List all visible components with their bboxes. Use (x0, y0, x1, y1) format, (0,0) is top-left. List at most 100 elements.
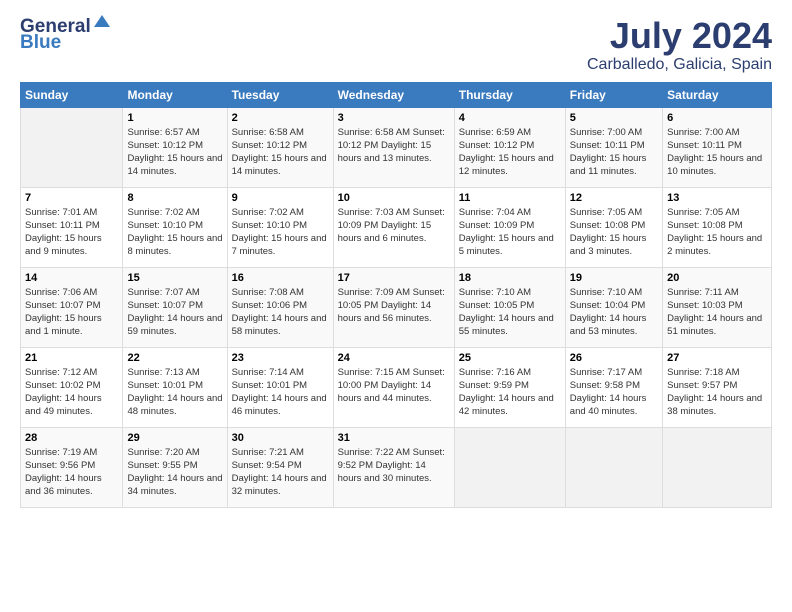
day-number: 19 (570, 272, 658, 284)
day-info: Sunrise: 7:05 AM Sunset: 10:08 PM Daylig… (667, 206, 767, 259)
day-number: 22 (127, 352, 222, 364)
day-info: Sunrise: 7:09 AM Sunset: 10:05 PM Daylig… (338, 286, 450, 326)
calendar-cell: 23 Sunrise: 7:14 AM Sunset: 10:01 PM Dayl… (227, 347, 333, 427)
title-block: July 2024 Carballedo, Galicia, Spain (587, 16, 772, 74)
header-sunday: Sunday (21, 82, 123, 107)
calendar-cell: 21Sunrise: 7:12 AM Sunset: 10:02 PM Dayl… (21, 347, 123, 427)
day-info: Sunrise: 7:02 AM Sunset: 10:10 PM Daylig… (127, 206, 222, 259)
day-number: 2 (232, 112, 329, 124)
calendar-table: Sunday Monday Tuesday Wednesday Thursday… (20, 82, 772, 508)
day-info: Sunrise: 6:58 AM Sunset: 10:12 PM Daylig… (338, 126, 450, 166)
day-number: 30 (232, 432, 329, 444)
calendar-cell: 1 Sunrise: 6:57 AM Sunset: 10:12 PM Dayli… (123, 107, 227, 187)
day-number: 6 (667, 112, 767, 124)
calendar-cell: 11 Sunrise: 7:04 AM Sunset: 10:09 PM Dayl… (454, 187, 565, 267)
header-thursday: Thursday (454, 82, 565, 107)
day-info: Sunrise: 7:03 AM Sunset: 10:09 PM Daylig… (338, 206, 450, 246)
day-info: Sunrise: 7:04 AM Sunset: 10:09 PM Daylig… (459, 206, 561, 259)
day-number: 12 (570, 192, 658, 204)
day-info: Sunrise: 7:17 AM Sunset: 9:58 PM Dayligh… (570, 366, 658, 419)
day-info: Sunrise: 6:57 AM Sunset: 10:12 PM Daylig… (127, 126, 222, 179)
day-info: Sunrise: 7:05 AM Sunset: 10:08 PM Daylig… (570, 206, 658, 259)
day-info: Sunrise: 7:11 AM Sunset: 10:03 PM Daylig… (667, 286, 767, 339)
day-number: 3 (338, 112, 450, 124)
day-info: Sunrise: 7:07 AM Sunset: 10:07 PM Daylig… (127, 286, 222, 339)
calendar-cell: 25Sunrise: 7:16 AM Sunset: 9:59 PM Dayli… (454, 347, 565, 427)
calendar-header-row: Sunday Monday Tuesday Wednesday Thursday… (21, 82, 772, 107)
day-info: Sunrise: 7:10 AM Sunset: 10:04 PM Daylig… (570, 286, 658, 339)
header-tuesday: Tuesday (227, 82, 333, 107)
calendar-cell: 26 Sunrise: 7:17 AM Sunset: 9:58 PM Dayli… (565, 347, 662, 427)
location-title: Carballedo, Galicia, Spain (587, 56, 772, 74)
day-number: 21 (25, 352, 118, 364)
day-number: 11 (459, 192, 561, 204)
calendar-cell: 7 Sunrise: 7:01 AM Sunset: 10:11 PM Dayli… (21, 187, 123, 267)
day-info: Sunrise: 7:16 AM Sunset: 9:59 PM Dayligh… (459, 366, 561, 419)
page-container: General Blue July 2024 Carballedo, Galic… (0, 0, 792, 518)
header-wednesday: Wednesday (333, 82, 454, 107)
day-info: Sunrise: 7:10 AM Sunset: 10:05 PM Daylig… (459, 286, 561, 339)
calendar-cell: 13 Sunrise: 7:05 AM Sunset: 10:08 PM Dayl… (663, 187, 772, 267)
calendar-cell: 10Sunrise: 7:03 AM Sunset: 10:09 PM Dayl… (333, 187, 454, 267)
calendar-cell: 28 Sunrise: 7:19 AM Sunset: 9:56 PM Dayli… (21, 427, 123, 507)
calendar-cell (565, 427, 662, 507)
calendar-cell: 15 Sunrise: 7:07 AM Sunset: 10:07 PM Dayl… (123, 267, 227, 347)
day-number: 8 (127, 192, 222, 204)
calendar-cell: 24Sunrise: 7:15 AM Sunset: 10:00 PM Dayl… (333, 347, 454, 427)
day-number: 16 (232, 272, 329, 284)
logo-blue: Blue (20, 32, 61, 54)
calendar-cell (454, 427, 565, 507)
day-info: Sunrise: 7:18 AM Sunset: 9:57 PM Dayligh… (667, 366, 767, 419)
calendar-body: 1 Sunrise: 6:57 AM Sunset: 10:12 PM Dayli… (21, 107, 772, 507)
calendar-week-row: 7 Sunrise: 7:01 AM Sunset: 10:11 PM Dayli… (21, 187, 772, 267)
day-info: Sunrise: 7:20 AM Sunset: 9:55 PM Dayligh… (127, 446, 222, 499)
header-friday: Friday (565, 82, 662, 107)
day-info: Sunrise: 7:22 AM Sunset: 9:52 PM Dayligh… (338, 446, 450, 486)
day-number: 13 (667, 192, 767, 204)
calendar-cell: 4 Sunrise: 6:59 AM Sunset: 10:12 PM Dayli… (454, 107, 565, 187)
day-number: 23 (232, 352, 329, 364)
calendar-cell: 12 Sunrise: 7:05 AM Sunset: 10:08 PM Dayl… (565, 187, 662, 267)
day-info: Sunrise: 6:59 AM Sunset: 10:12 PM Daylig… (459, 126, 561, 179)
day-info: Sunrise: 7:06 AM Sunset: 10:07 PM Daylig… (25, 286, 118, 339)
day-info: Sunrise: 7:19 AM Sunset: 9:56 PM Dayligh… (25, 446, 118, 499)
calendar-cell: 5 Sunrise: 7:00 AM Sunset: 10:11 PM Dayli… (565, 107, 662, 187)
day-number: 27 (667, 352, 767, 364)
day-number: 5 (570, 112, 658, 124)
calendar-cell: 31 Sunrise: 7:22 AM Sunset: 9:52 PM Dayli… (333, 427, 454, 507)
calendar-cell: 27 Sunrise: 7:18 AM Sunset: 9:57 PM Dayli… (663, 347, 772, 427)
day-info: Sunrise: 7:00 AM Sunset: 10:11 PM Daylig… (570, 126, 658, 179)
day-number: 18 (459, 272, 561, 284)
day-info: Sunrise: 7:08 AM Sunset: 10:06 PM Daylig… (232, 286, 329, 339)
calendar-cell: 22Sunrise: 7:13 AM Sunset: 10:01 PM Dayl… (123, 347, 227, 427)
calendar-cell: 17Sunrise: 7:09 AM Sunset: 10:05 PM Dayl… (333, 267, 454, 347)
calendar-cell: 19 Sunrise: 7:10 AM Sunset: 10:04 PM Dayl… (565, 267, 662, 347)
day-number: 1 (127, 112, 222, 124)
day-number: 4 (459, 112, 561, 124)
day-number: 28 (25, 432, 118, 444)
day-number: 15 (127, 272, 222, 284)
calendar-cell: 29Sunrise: 7:20 AM Sunset: 9:55 PM Dayli… (123, 427, 227, 507)
calendar-cell: 3 Sunrise: 6:58 AM Sunset: 10:12 PM Dayli… (333, 107, 454, 187)
calendar-cell: 14 Sunrise: 7:06 AM Sunset: 10:07 PM Dayl… (21, 267, 123, 347)
calendar-cell: 6Sunrise: 7:00 AM Sunset: 10:11 PM Dayli… (663, 107, 772, 187)
day-number: 24 (338, 352, 450, 364)
calendar-cell (663, 427, 772, 507)
day-info: Sunrise: 7:02 AM Sunset: 10:10 PM Daylig… (232, 206, 329, 259)
calendar-cell: 16 Sunrise: 7:08 AM Sunset: 10:06 PM Dayl… (227, 267, 333, 347)
calendar-cell: 2 Sunrise: 6:58 AM Sunset: 10:12 PM Dayli… (227, 107, 333, 187)
day-number: 7 (25, 192, 118, 204)
day-info: Sunrise: 7:14 AM Sunset: 10:01 PM Daylig… (232, 366, 329, 419)
calendar-week-row: 28 Sunrise: 7:19 AM Sunset: 9:56 PM Dayli… (21, 427, 772, 507)
calendar-cell (21, 107, 123, 187)
day-number: 31 (338, 432, 450, 444)
calendar-cell: 18 Sunrise: 7:10 AM Sunset: 10:05 PM Dayl… (454, 267, 565, 347)
day-info: Sunrise: 6:58 AM Sunset: 10:12 PM Daylig… (232, 126, 329, 179)
logo: General Blue (20, 16, 112, 54)
day-number: 14 (25, 272, 118, 284)
day-info: Sunrise: 7:01 AM Sunset: 10:11 PM Daylig… (25, 206, 118, 259)
calendar-week-row: 1 Sunrise: 6:57 AM Sunset: 10:12 PM Dayli… (21, 107, 772, 187)
calendar-week-row: 21Sunrise: 7:12 AM Sunset: 10:02 PM Dayl… (21, 347, 772, 427)
day-number: 26 (570, 352, 658, 364)
calendar-cell: 9Sunrise: 7:02 AM Sunset: 10:10 PM Dayli… (227, 187, 333, 267)
